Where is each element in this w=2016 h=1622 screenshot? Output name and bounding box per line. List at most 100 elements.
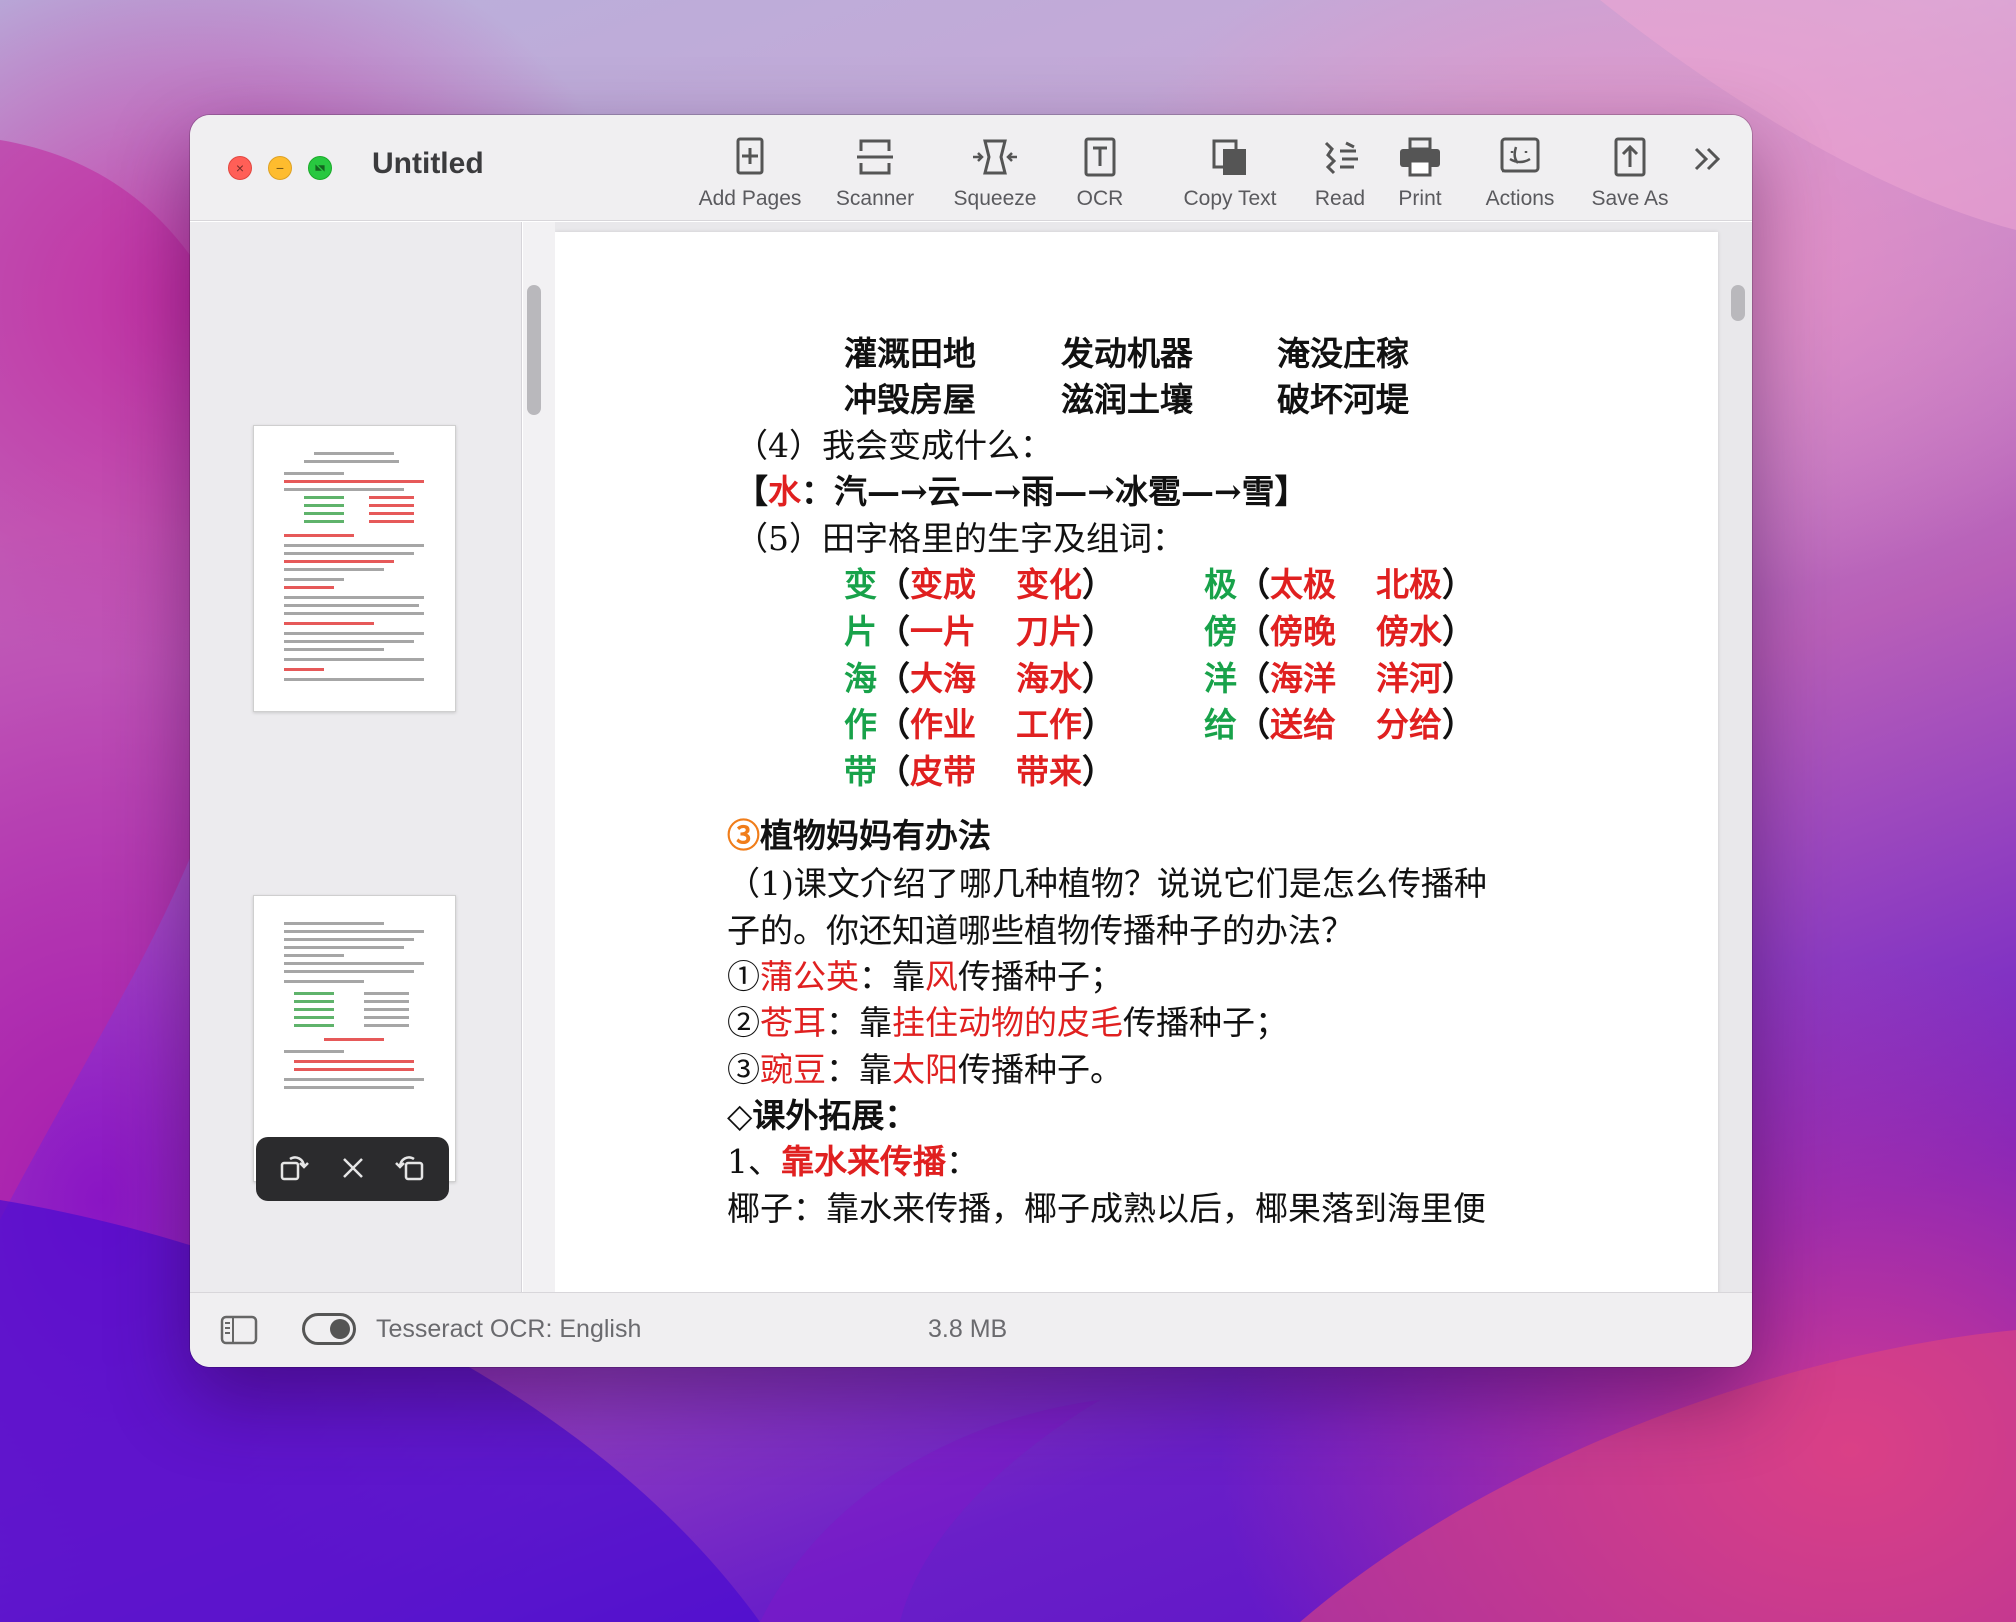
vocab-char: 傍 xyxy=(1204,612,1237,651)
item-text: 传播种子。 xyxy=(958,1050,1123,1089)
phrase: 淹没庄稼 xyxy=(1277,334,1409,373)
plant-name: 苍耳 xyxy=(760,1003,826,1042)
read-label: Read xyxy=(1314,187,1366,210)
title-bar: × − Untitled Add Pages Scanner Squeeze O… xyxy=(190,115,1752,221)
paren: （ xyxy=(877,752,910,791)
paragraph-line: （1)课文介绍了哪几种植物？说说它们是怎么传播种 xyxy=(727,864,1487,903)
zoom-icon xyxy=(315,164,325,172)
phrase: 冲毁房屋 xyxy=(844,380,976,419)
phrase: 发动机器 xyxy=(1061,334,1193,373)
chain-open: 【 xyxy=(735,472,768,511)
print-button[interactable]: Print xyxy=(1380,133,1460,213)
minimize-button[interactable]: − xyxy=(268,156,292,180)
item-number: ① xyxy=(727,957,760,996)
vocab-word: 作业 xyxy=(910,705,976,744)
vocab-word: 带来 xyxy=(1016,752,1082,791)
add-pages-button[interactable]: Add Pages xyxy=(690,133,810,213)
read-button[interactable]: Read xyxy=(1300,133,1380,213)
copy-text-button[interactable]: Copy Text xyxy=(1165,133,1295,213)
paren: （ xyxy=(877,565,910,604)
vocab-word: 变化 xyxy=(1016,565,1082,604)
ocr-toggle-switch[interactable] xyxy=(302,1313,356,1345)
rotate-right-icon[interactable] xyxy=(394,1151,428,1185)
rotate-left-icon[interactable] xyxy=(276,1151,310,1185)
vocab-row: 极（太极 北极） xyxy=(1204,565,1475,605)
delete-icon[interactable] xyxy=(336,1151,370,1185)
sidebar-scrollbar[interactable] xyxy=(527,285,541,415)
sidebar-toggle-icon[interactable] xyxy=(220,1314,258,1346)
item-number: 1、 xyxy=(727,1142,781,1181)
question-5: （5）田字格里的生字及组词： xyxy=(735,519,1185,558)
vocab-word: 工作 xyxy=(1016,705,1082,744)
vocab-char: 洋 xyxy=(1204,659,1237,698)
vocab-row: 变（变成 变化） xyxy=(844,565,1115,605)
vocab-char: 变 xyxy=(844,565,877,604)
vocab-word: 皮带 xyxy=(910,752,976,791)
save-as-label: Save As xyxy=(1591,187,1669,210)
dispersal-method: 挂住动物的皮毛 xyxy=(892,1003,1123,1042)
vocab-char: 给 xyxy=(1204,705,1237,744)
extension-topic: 靠水来传播 xyxy=(781,1142,946,1181)
vocab-word: 大海 xyxy=(910,659,976,698)
ocr-label: OCR xyxy=(1076,187,1124,210)
vocab-char: 带 xyxy=(844,752,877,791)
document-scrollbar[interactable] xyxy=(1731,285,1745,321)
vocab-word: 海洋 xyxy=(1270,659,1336,698)
actions-button[interactable]: Actions xyxy=(1465,133,1575,213)
vocab-char: 海 xyxy=(844,659,877,698)
item-text: ：靠 xyxy=(859,957,925,996)
phrase: 灌溉田地 xyxy=(844,334,976,373)
vocab-char: 片 xyxy=(844,612,877,651)
status-bar: Tesseract OCR: English 3.8 MB xyxy=(190,1292,1752,1367)
vocab-word: 太极 xyxy=(1270,565,1336,604)
paren: ） xyxy=(1082,752,1115,791)
vocab-word: 一片 xyxy=(910,612,976,651)
close-button[interactable]: × xyxy=(228,156,252,180)
item-text: 传播种子； xyxy=(1123,1003,1288,1042)
paren: ） xyxy=(1442,565,1475,604)
vocab-word: 海水 xyxy=(1016,659,1082,698)
answer-item: ②苍耳：靠挂住动物的皮毛传播种子； xyxy=(727,1003,1288,1043)
vocab-word: 分给 xyxy=(1376,705,1442,744)
answer-item: ③豌豆：靠太阳传播种子。 xyxy=(727,1050,1123,1090)
chain-colon: ： xyxy=(801,472,834,511)
scanner-button[interactable]: Scanner xyxy=(820,133,930,213)
scanner-label: Scanner xyxy=(835,187,915,210)
actions-label: Actions xyxy=(1485,187,1555,210)
paren: （ xyxy=(1237,612,1270,651)
vocab-char: 作 xyxy=(844,705,877,744)
plant-name: 豌豆 xyxy=(760,1050,826,1089)
paragraph-line: 子的。你还知道哪些植物传播种子的办法？ xyxy=(727,911,1354,950)
vocab-row: 作（作业 工作） xyxy=(844,705,1115,745)
copy-text-label: Copy Text xyxy=(1183,187,1277,210)
vocab-row: 洋（海洋 洋河） xyxy=(1204,659,1475,699)
extension-heading: ◇课外拓展： xyxy=(727,1096,918,1135)
chain-steps: 汽—→云—→雨—→冰雹—→雪 xyxy=(834,472,1275,511)
save-as-icon xyxy=(1614,137,1646,177)
paren: ） xyxy=(1442,705,1475,744)
dispersal-method: 风 xyxy=(925,957,958,996)
page-thumbnail-1[interactable] xyxy=(253,425,456,712)
squeeze-button[interactable]: Squeeze xyxy=(940,133,1050,213)
scanner-icon xyxy=(857,139,893,175)
vocab-row: 片（一片 刀片） xyxy=(844,612,1115,652)
window-title: Untitled xyxy=(372,147,484,180)
vocab-word: 洋河 xyxy=(1376,659,1442,698)
vocab-word: 送给 xyxy=(1270,705,1336,744)
zoom-button[interactable] xyxy=(308,156,332,180)
ocr-button[interactable]: OCR xyxy=(1060,133,1140,213)
squeeze-label: Squeeze xyxy=(953,187,1037,210)
paren: （ xyxy=(1237,705,1270,744)
ocr-engine-label: Tesseract OCR: English xyxy=(376,1315,642,1343)
close-icon: × xyxy=(235,160,245,176)
save-as-button[interactable]: Save As xyxy=(1575,133,1685,213)
read-icon xyxy=(1324,141,1358,175)
document-page: 灌溉田地 发动机器 淹没庄稼 冲毁房屋 滋润土壤 破坏河堤 （4）我会变成什么：… xyxy=(555,232,1718,1292)
water-chain: 【水：汽—→云—→雨—→冰雹—→雪】 xyxy=(735,472,1308,512)
paren: （ xyxy=(877,659,910,698)
item-text: 传播种子； xyxy=(958,957,1123,996)
vocab-word: 北极 xyxy=(1376,565,1442,604)
item-text: ：靠 xyxy=(826,1050,892,1089)
print-label: Print xyxy=(1398,187,1442,210)
overflow-chevron-icon[interactable] xyxy=(1690,141,1726,177)
